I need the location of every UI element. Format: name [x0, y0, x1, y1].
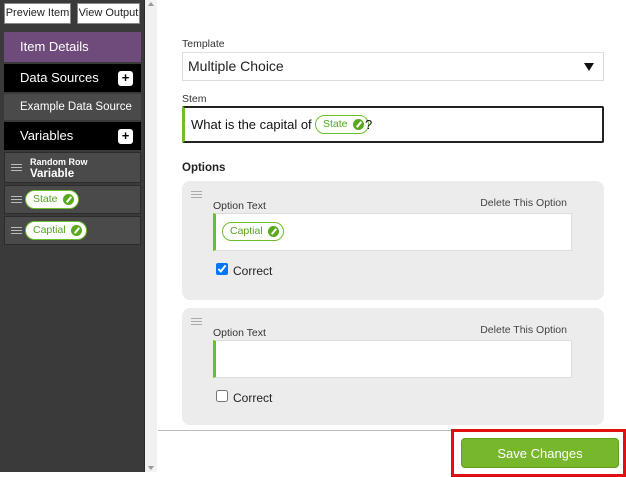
option-text-input[interactable]: Captial [213, 213, 572, 251]
sidebar: Preview Item View Output Item Details Da… [0, 0, 145, 472]
option-variable-pill[interactable]: Captial [222, 222, 284, 241]
preview-item-button[interactable]: Preview Item [4, 3, 71, 24]
variable-pill-label: State [323, 118, 348, 130]
stem-suffix: ? [365, 117, 373, 132]
delete-option-button[interactable]: Delete This Option [480, 324, 567, 336]
edit-icon[interactable] [70, 225, 82, 236]
option-text-label: Option Text [213, 200, 266, 212]
scroll-up-icon[interactable] [148, 2, 154, 6]
sidebar-item-label: Data Sources [20, 70, 99, 85]
stem-input[interactable]: What is the capital of State ? [182, 106, 604, 143]
correct-label: Correct [233, 391, 273, 405]
save-changes-button[interactable]: Save Changes [461, 438, 619, 468]
template-value: Multiple Choice [188, 58, 284, 74]
sidebar-item-label: Variables [20, 128, 74, 143]
edit-icon[interactable] [267, 226, 279, 237]
correct-checkbox[interactable] [216, 263, 228, 275]
scroll-down-icon[interactable] [148, 466, 154, 470]
variable-pill-label: Captial [33, 224, 66, 236]
variable-state[interactable]: State [4, 185, 141, 214]
option-card: Option Text Delete This Option Captial C… [182, 181, 604, 300]
template-select[interactable]: Multiple Choice [182, 52, 604, 81]
options-heading: Options [182, 162, 226, 174]
option-text-label: Option Text [213, 327, 266, 339]
variable-type: Random Row [30, 157, 88, 167]
add-data-source-button[interactable]: + [118, 71, 133, 86]
drag-handle-icon[interactable] [191, 191, 202, 199]
sidebar-item-label: Item Details [20, 39, 89, 54]
stem-variable-pill[interactable]: State [315, 115, 369, 134]
sidebar-item-example-data-source[interactable]: Example Data Source [4, 94, 141, 120]
stem-label: Stem [182, 93, 207, 105]
variable-pill[interactable]: State [25, 190, 79, 209]
sidebar-scrollbar[interactable] [145, 0, 157, 472]
sidebar-item-variables[interactable]: Variables + [4, 122, 141, 150]
variable-pill-label: State [33, 193, 58, 205]
delete-option-button[interactable]: Delete This Option [480, 197, 567, 209]
edit-icon[interactable] [62, 194, 74, 205]
save-highlight: Save Changes [451, 429, 626, 477]
variable-pill-label: Captial [230, 225, 263, 237]
stem-text: What is the capital of [191, 117, 312, 132]
correct-label: Correct [233, 264, 273, 278]
drag-handle-icon[interactable] [11, 195, 22, 204]
template-label: Template [182, 38, 225, 50]
sidebar-item-data-sources[interactable]: Data Sources + [4, 64, 141, 92]
variable-name: Variable [30, 168, 75, 180]
drag-handle-icon[interactable] [11, 163, 22, 172]
drag-handle-icon[interactable] [11, 226, 22, 235]
option-text-input[interactable] [213, 340, 572, 378]
sidebar-item-details[interactable]: Item Details [4, 32, 141, 62]
option-card: Option Text Delete This Option Correct [182, 308, 604, 425]
variable-capital[interactable]: Captial [4, 216, 141, 245]
drag-handle-icon[interactable] [191, 318, 202, 326]
variable-pill[interactable]: Captial [25, 221, 87, 240]
variable-random-row[interactable]: Random Row Variable [4, 152, 141, 183]
dropdown-arrow-icon [584, 63, 594, 71]
correct-checkbox[interactable] [216, 390, 228, 402]
sidebar-item-label: Example Data Source [20, 101, 132, 113]
edit-icon[interactable] [352, 119, 364, 130]
view-output-button[interactable]: View Output [77, 3, 140, 24]
add-variable-button[interactable]: + [118, 129, 133, 144]
